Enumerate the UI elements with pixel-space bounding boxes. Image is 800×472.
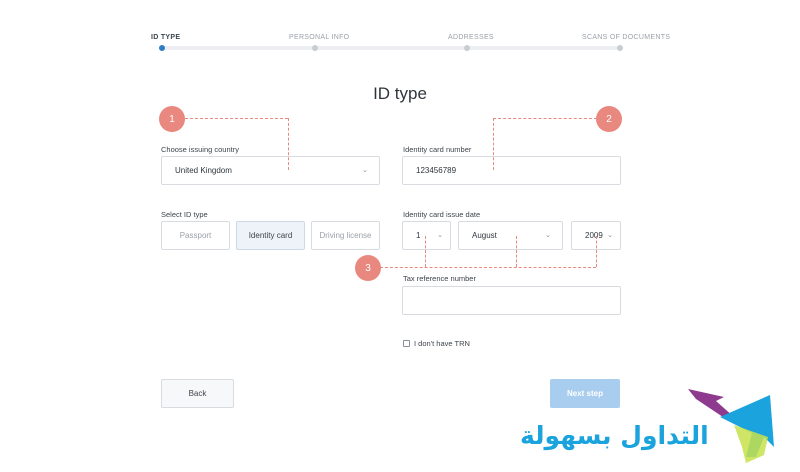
country-select[interactable]: United Kingdom ⌄ <box>161 156 380 185</box>
annotation-line <box>516 236 517 267</box>
step-dot-scans <box>617 45 623 51</box>
id-type-passport-button[interactable]: Passport <box>161 221 230 250</box>
step-label-personal-info: PERSONAL INFO <box>289 34 350 41</box>
issue-day-select[interactable]: 1 ⌄ <box>402 221 451 250</box>
issue-year-value: 2009 <box>585 231 603 240</box>
annotation-line <box>493 118 597 119</box>
no-trn-label: I don't have TRN <box>414 339 470 348</box>
chevron-down-icon: ⌄ <box>545 232 551 239</box>
progress-stepper: ID TYPE PERSONAL INFO ADDRESSES SCANS OF… <box>0 0 800 60</box>
annotation-line <box>493 118 494 170</box>
annotation-line <box>380 267 596 268</box>
chevron-down-icon: ⌄ <box>607 232 613 239</box>
step-dot-addresses <box>464 45 470 51</box>
step-dot-personal-info <box>312 45 318 51</box>
step-label-addresses: ADDRESSES <box>448 34 494 41</box>
annotation-marker-1: 1 <box>159 106 185 132</box>
country-value: United Kingdom <box>175 166 232 175</box>
issue-date-label: Identity card issue date <box>403 210 481 219</box>
id-type-label: Select ID type <box>161 210 208 219</box>
annotation-marker-2: 2 <box>596 106 622 132</box>
card-number-value: 123456789 <box>416 166 457 175</box>
no-trn-checkbox[interactable] <box>403 340 410 347</box>
annotation-line <box>288 118 289 170</box>
chevron-down-icon: ⌄ <box>362 167 368 174</box>
annotation-line <box>425 236 426 267</box>
issue-month-value: August <box>472 231 497 240</box>
step-label-scans: SCANS OF DOCUMENTS <box>582 34 671 41</box>
back-button[interactable]: Back <box>161 379 234 408</box>
step-label-id-type: ID TYPE <box>151 34 181 41</box>
card-number-input[interactable]: 123456789 <box>402 156 621 185</box>
issue-day-value: 1 <box>416 231 421 240</box>
annotation-marker-3: 3 <box>355 255 381 281</box>
stepper-track <box>162 46 620 50</box>
card-number-label: Identity card number <box>403 145 472 154</box>
chevron-down-icon: ⌄ <box>437 232 443 239</box>
tax-label: Tax reference number <box>403 274 476 283</box>
no-trn-checkbox-row[interactable]: I don't have TRN <box>403 339 470 348</box>
annotation-line <box>596 236 597 267</box>
watermark-text: التداول بسهولة <box>520 421 709 450</box>
id-type-identity-card-button[interactable]: Identity card <box>236 221 305 250</box>
issue-month-select[interactable]: August ⌄ <box>458 221 563 250</box>
annotation-line <box>185 118 288 119</box>
id-type-driving-license-button[interactable]: Driving license <box>311 221 380 250</box>
page-title: ID type <box>373 84 427 103</box>
country-label: Choose issuing country <box>161 145 239 154</box>
step-dot-id-type <box>159 45 165 51</box>
watermark-logo: التداول بسهولة <box>520 377 800 472</box>
tax-reference-input[interactable] <box>402 286 621 315</box>
